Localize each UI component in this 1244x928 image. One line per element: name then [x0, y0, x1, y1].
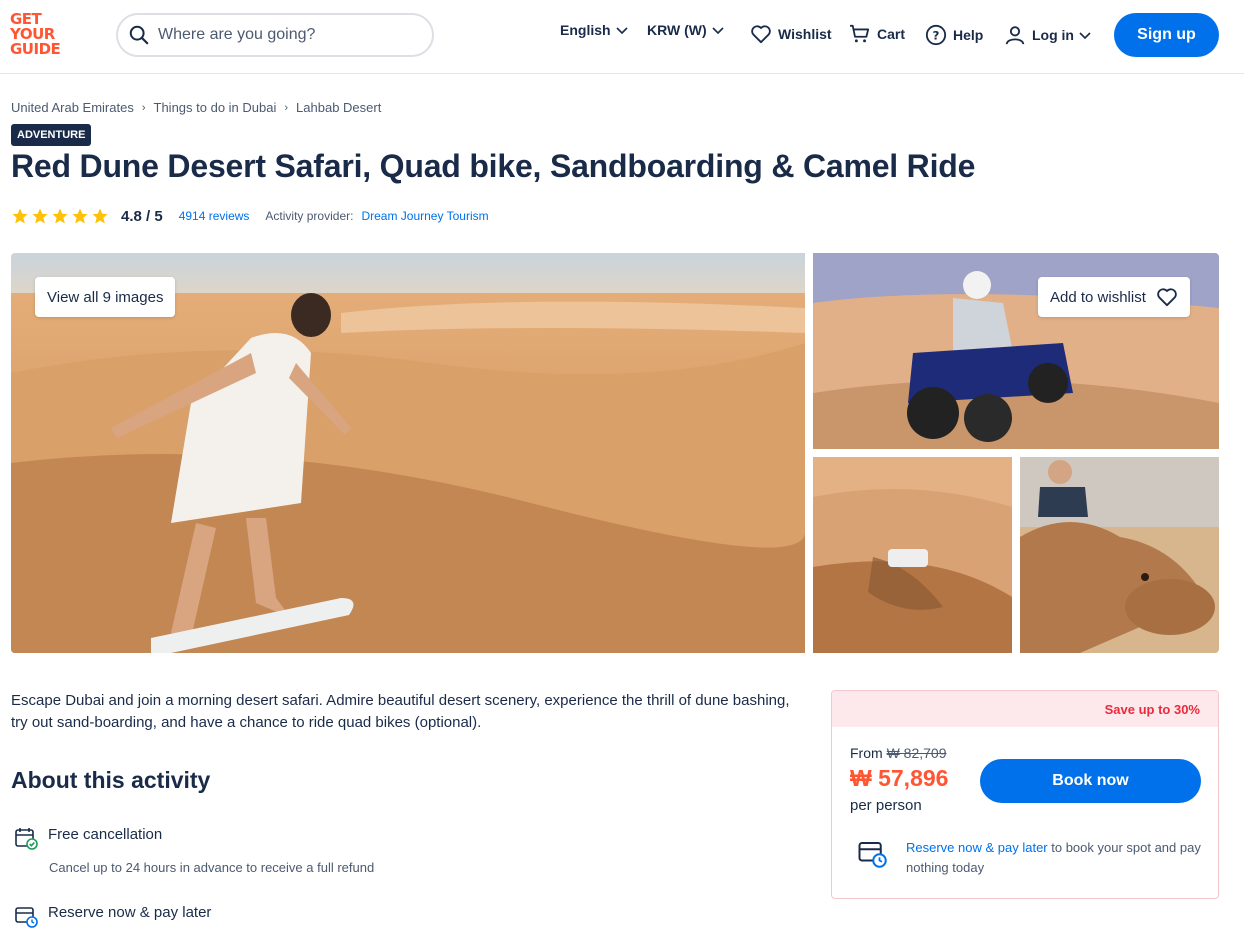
feature-subtitle: Cancel up to 24 hours in advance to rece… — [49, 860, 375, 875]
breadcrumb: United Arab Emirates › Things to do in D… — [11, 100, 381, 115]
add-to-wishlist-button[interactable]: Add to wishlist — [1038, 277, 1190, 317]
star-icon — [72, 208, 88, 224]
provider-link[interactable]: Dream Journey Tourism — [361, 209, 488, 223]
login-link[interactable]: Log in — [1004, 24, 1092, 46]
reserve-text: Reserve now & pay later to book your spo… — [906, 838, 1202, 878]
add-to-wishlist-label: Add to wishlist — [1050, 288, 1146, 306]
signup-button[interactable]: Sign up — [1114, 13, 1219, 57]
breadcrumb-item[interactable]: Things to do in Dubai — [154, 100, 277, 115]
cart-icon — [850, 24, 870, 43]
activity-description: Escape Dubai and join a morning desert s… — [11, 692, 790, 731]
booking-card: Save up to 30% From ₩ 82,709 ₩ 57,896 pe… — [831, 690, 1219, 899]
gallery-image-dune-bashing[interactable] — [813, 457, 1012, 653]
wishlist-link[interactable]: Wishlist — [750, 24, 832, 44]
feature-title: Free cancellation — [48, 826, 163, 843]
card-clock-icon — [15, 907, 38, 928]
savings-banner: Save up to 30% — [832, 691, 1218, 727]
breadcrumb-separator-icon: › — [141, 101, 146, 114]
from-price: From ₩ 82,709 — [850, 745, 947, 761]
search-icon — [129, 25, 149, 45]
feature-reserve-pay-later: Reserve now & pay later — [14, 904, 211, 928]
book-now-button[interactable]: Book now — [980, 759, 1201, 803]
per-person-label: per person — [850, 797, 922, 814]
logo-line-3: GUIDE — [10, 40, 61, 58]
gallery-image-camel[interactable] — [1020, 457, 1219, 653]
breadcrumb-item[interactable]: United Arab Emirates — [11, 100, 134, 115]
language-label: English — [560, 22, 611, 38]
user-icon — [1005, 26, 1025, 45]
star-icon — [12, 208, 28, 224]
main-image-sandboarding[interactable]: View all 9 images — [11, 253, 805, 653]
gallery-image-quad-bike[interactable]: Add to wishlist — [813, 253, 1219, 449]
reserve-link[interactable]: Reserve now & pay later — [906, 840, 1048, 855]
cart-label: Cart — [877, 26, 906, 42]
star-rating — [11, 207, 109, 225]
rating-value: 4.8 / 5 — [121, 207, 163, 225]
getyourguide-logo[interactable]: GET YOUR GUIDE — [10, 12, 70, 58]
page-title: Red Dune Desert Safari, Quad bike, Sandb… — [11, 148, 976, 184]
search-input[interactable] — [158, 26, 408, 44]
current-price: ₩ 57,896 — [850, 765, 949, 791]
site-header: GET YOUR GUIDE English KRW (W) Wishlist … — [0, 0, 1244, 74]
wishlist-label: Wishlist — [778, 26, 832, 42]
currency-selector[interactable]: KRW (W) — [647, 22, 725, 38]
star-icon — [92, 208, 108, 224]
search-bar[interactable] — [116, 13, 434, 57]
star-icon — [52, 208, 68, 224]
breadcrumb-separator-icon: › — [284, 101, 289, 114]
dune-bashing-image — [813, 457, 1012, 653]
star-icon — [32, 208, 48, 224]
original-price: ₩ 82,709 — [886, 745, 947, 761]
heart-icon — [751, 25, 771, 44]
help-link[interactable]: ? Help — [925, 24, 983, 46]
reserve-pay-later-info: Reserve now & pay later to book your spo… — [856, 838, 1202, 878]
feature-title: Reserve now & pay later — [48, 904, 212, 921]
camel-image — [1020, 457, 1219, 653]
reviews-link[interactable]: 4914 reviews — [179, 209, 250, 223]
feature-free-cancellation: Free cancellation — [14, 826, 162, 850]
help-label: Help — [953, 27, 984, 43]
cart-link[interactable]: Cart — [849, 24, 905, 44]
heart-icon — [1157, 288, 1177, 307]
from-label: From — [850, 745, 883, 761]
about-activity-heading: About this activity — [11, 767, 211, 793]
chevron-down-icon — [615, 27, 628, 35]
currency-label: KRW (W) — [647, 22, 707, 38]
calendar-check-icon — [15, 828, 38, 850]
help-icon: ? — [925, 24, 947, 46]
rating-row: 4.8 / 5 4914 reviews Activity provider: … — [11, 207, 489, 225]
category-badge: ADVENTURE — [11, 124, 92, 146]
language-selector[interactable]: English — [560, 22, 629, 38]
card-clock-icon — [858, 842, 887, 868]
svg-text:?: ? — [933, 29, 940, 43]
breadcrumb-item[interactable]: Lahbab Desert — [296, 100, 381, 115]
view-all-images-button[interactable]: View all 9 images — [35, 277, 176, 317]
provider-label: Activity provider: — [265, 209, 354, 223]
chevron-down-icon — [712, 27, 724, 35]
login-label: Log in — [1032, 27, 1074, 43]
savings-text: Save up to 30% — [1104, 701, 1200, 717]
chevron-down-icon — [1079, 32, 1091, 40]
